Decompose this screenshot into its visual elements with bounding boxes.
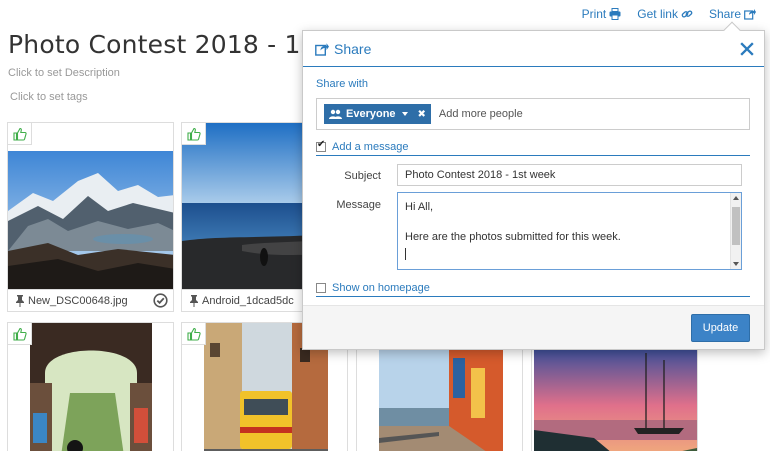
share-with-label: Share with xyxy=(316,78,368,90)
pin-icon[interactable] xyxy=(189,294,199,307)
get-link-link[interactable]: Get link xyxy=(637,7,693,21)
sunset-harbor-photo xyxy=(534,348,697,451)
close-icon[interactable] xyxy=(740,42,754,56)
photo-filename: New_DSC00648.jpg xyxy=(28,294,128,307)
print-link[interactable]: Print xyxy=(582,7,622,21)
message-line xyxy=(405,215,734,230)
share-link[interactable]: Share xyxy=(709,7,756,21)
scroll-up-icon[interactable] xyxy=(733,196,739,200)
update-button[interactable]: Update xyxy=(691,314,750,342)
add-message-label: Add a message xyxy=(332,141,409,153)
remove-tag-icon[interactable]: ✖ xyxy=(418,109,426,120)
subject-input[interactable]: Photo Contest 2018 - 1st week xyxy=(397,164,742,186)
people-input[interactable]: Everyone ✖ Add more people xyxy=(316,98,750,130)
mountain-photo xyxy=(8,151,173,289)
photo-card[interactable]: New_DSC00648.jpg xyxy=(7,122,174,312)
waterfront-graffiti-photo xyxy=(379,348,503,451)
photo-filename: Android_1dcad5dc xyxy=(202,294,294,307)
chevron-down-icon[interactable] xyxy=(401,112,408,116)
thumbs-up-icon[interactable] xyxy=(8,323,32,345)
message-line: Hi All, xyxy=(405,201,434,213)
photo-caption: New_DSC00648.jpg xyxy=(8,289,173,311)
chain-link-icon xyxy=(681,10,693,18)
thumbs-up-icon[interactable] xyxy=(182,123,206,145)
archway-photo xyxy=(30,323,152,451)
scroll-down-icon[interactable] xyxy=(733,262,739,266)
share-dialog: Share Share with Everyone ✖ Add more peo… xyxy=(302,21,765,350)
printer-icon xyxy=(609,8,621,20)
check-circle-icon[interactable] xyxy=(153,293,168,308)
print-label: Print xyxy=(581,7,607,21)
text-cursor xyxy=(405,248,406,260)
recipient-tag-everyone[interactable]: Everyone ✖ xyxy=(324,104,431,124)
subject-label: Subject xyxy=(344,170,381,182)
show-on-homepage-checkbox[interactable] xyxy=(316,283,326,293)
subject-value: Photo Contest 2018 - 1st week xyxy=(405,169,556,181)
share-icon xyxy=(744,9,756,20)
description-placeholder[interactable]: Click to set Description xyxy=(8,67,120,79)
photo-card[interactable] xyxy=(7,322,174,451)
share-icon xyxy=(315,42,329,56)
recipient-tag-label: Everyone xyxy=(346,108,396,120)
thumbs-up-icon[interactable] xyxy=(8,123,32,145)
message-label: Message xyxy=(336,199,381,211)
thumbs-up-icon[interactable] xyxy=(182,323,206,345)
show-on-homepage-row[interactable]: Show on homepage xyxy=(316,282,750,297)
dialog-header: Share xyxy=(303,31,764,67)
users-icon xyxy=(329,109,342,119)
get-link-label: Get link xyxy=(637,7,678,21)
message-textarea[interactable]: Hi All, Here are the photos submitted fo… xyxy=(397,192,742,270)
message-scrollbar[interactable] xyxy=(730,193,741,269)
scrollbar-thumb[interactable] xyxy=(732,207,740,245)
add-people-placeholder[interactable]: Add more people xyxy=(439,108,523,120)
dialog-footer: Update xyxy=(303,305,764,349)
message-line: Here are the photos submitted for this w… xyxy=(405,231,621,243)
share-label: Share xyxy=(708,7,741,21)
pin-icon[interactable] xyxy=(15,294,25,307)
top-links: Print Get link Share xyxy=(582,7,756,21)
show-on-homepage-label: Show on homepage xyxy=(332,282,430,294)
add-message-checkbox[interactable] xyxy=(316,139,326,152)
dialog-title: Share xyxy=(334,40,372,57)
add-message-row[interactable]: Add a message xyxy=(316,139,750,156)
tags-placeholder[interactable]: Click to set tags xyxy=(10,91,88,103)
